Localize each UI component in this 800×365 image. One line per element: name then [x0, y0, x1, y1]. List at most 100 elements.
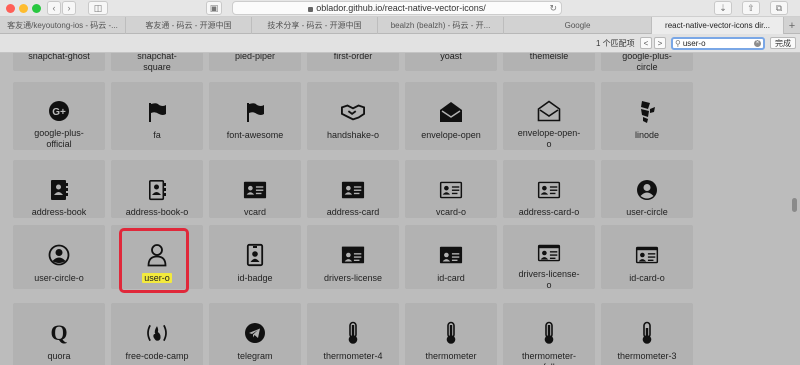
icon-label: thermometer-full: [521, 351, 576, 365]
icon-cell[interactable]: id-card: [405, 225, 497, 289]
icon-label: snapchat-ghost: [28, 53, 90, 61]
find-input[interactable]: ⚲ user-o ×: [671, 37, 765, 50]
id-card-icon: [439, 243, 463, 267]
icon-cell[interactable]: envelope-open: [405, 82, 497, 150]
match-outline: [119, 228, 189, 293]
find-next-button[interactable]: >: [654, 37, 666, 49]
icon-cell[interactable]: id-badge: [209, 225, 301, 289]
icon-label: user-circle: [626, 207, 668, 217]
icon-cell[interactable]: envelope-open-o: [503, 82, 595, 150]
envelope-open-icon: [439, 100, 463, 124]
close-window-icon[interactable]: [6, 4, 15, 13]
icon-label: id-card-o: [629, 273, 665, 283]
icon-cell[interactable]: address-card: [307, 160, 399, 218]
download-icon[interactable]: ⇣: [714, 1, 732, 15]
icon-cell[interactable]: free-code-camp: [111, 303, 203, 365]
back-button[interactable]: ‹: [47, 1, 61, 15]
tab-active[interactable]: react-native-vector-icons dir...: [652, 17, 784, 34]
icon-cell[interactable]: fa: [111, 82, 203, 150]
google-plus-icon: G+: [47, 100, 71, 122]
zoom-window-icon[interactable]: [32, 4, 41, 13]
icon-cell[interactable]: handshake-o: [307, 82, 399, 150]
icon-cell[interactable]: address-card-o: [503, 160, 595, 218]
icon-label: google-plus-circle: [622, 53, 672, 72]
icon-cell[interactable]: thermometer: [405, 303, 497, 365]
address-card-icon: [341, 178, 365, 201]
address-book-icon: [47, 178, 71, 201]
match-count: 1 个匹配项: [596, 39, 635, 48]
sidebar-toggle-icon[interactable]: ◫: [88, 1, 108, 15]
icon-label: first-order: [333, 53, 373, 61]
icon-label: envelope-open: [421, 130, 481, 140]
find-done-button[interactable]: 完成: [770, 37, 796, 49]
icon-cell[interactable]: drivers-license: [307, 225, 399, 289]
icon-label: id-card: [437, 273, 465, 283]
forward-button[interactable]: ›: [62, 1, 76, 15]
icon-cell[interactable]: G+ google-plus-official: [13, 82, 105, 150]
reload-icon[interactable]: ↻: [549, 3, 557, 14]
address-bar[interactable]: oblador.github.io/react-native-vector-ic…: [232, 1, 562, 15]
id-badge-icon: [243, 243, 267, 267]
icon-cell[interactable]: linode: [601, 82, 693, 150]
icon-label: envelope-open-o: [517, 128, 581, 149]
flag-icon: [145, 100, 169, 124]
icon-cell[interactable]: font-awesome: [209, 82, 301, 150]
icon-cell[interactable]: thermometer-4: [307, 303, 399, 365]
icon-cell[interactable]: vcard: [209, 160, 301, 218]
icon-cell[interactable]: id-card-o: [601, 225, 693, 289]
icon-label: handshake-o: [326, 130, 380, 140]
icon-cell[interactable]: drivers-license-o: [503, 225, 595, 290]
thermometer-icon: [635, 321, 659, 345]
icon-label: snapchat-square: [137, 53, 177, 72]
icon-label: thermometer: [425, 351, 477, 361]
icon-label: id-badge: [237, 273, 273, 283]
icon-label: thermometer-4: [323, 351, 383, 361]
icon-cell[interactable]: address-book: [13, 160, 105, 218]
user-circle-icon: [635, 178, 659, 201]
share-icon[interactable]: ⇧: [742, 1, 760, 15]
tab[interactable]: 客友通/keyoutong-ios - 码云 -...: [0, 17, 126, 34]
id-card-outline-icon: [635, 243, 659, 267]
icon-cell[interactable]: google-plus-circle: [601, 53, 693, 72]
icon-cell[interactable]: snapchat-ghost: [13, 53, 105, 71]
tab[interactable]: 客友通 - 码云 - 开源中国: [126, 17, 252, 34]
tab[interactable]: bealzh (bealzh) - 码云 - 开...: [378, 17, 504, 34]
icon-label: vcard: [243, 207, 266, 217]
icon-cell[interactable]: first-order: [307, 53, 399, 71]
icon-cell[interactable]: telegram: [209, 303, 301, 365]
lock-icon: [308, 6, 314, 12]
drivers-license-outline-icon: [537, 243, 561, 263]
new-tab-button[interactable]: +: [784, 17, 800, 34]
icon-label: thermometer-3: [617, 351, 677, 361]
icon-cell[interactable]: pied-piper: [209, 53, 301, 71]
icon-cell[interactable]: yoast: [405, 53, 497, 71]
find-previous-button[interactable]: <: [640, 37, 652, 49]
tab[interactable]: Google: [504, 17, 652, 34]
icon-label: font-awesome: [226, 130, 284, 140]
icon-cell[interactable]: user-circle: [601, 160, 693, 218]
icon-grid: snapchat-ghost snapchat-square pied-pipe…: [0, 53, 800, 365]
find-query: user-o: [682, 39, 706, 48]
icon-cell[interactable]: vcard-o: [405, 160, 497, 218]
linode-icon: [635, 100, 659, 124]
icon-label: telegram: [237, 351, 273, 361]
icon-cell[interactable]: snapchat-square: [111, 53, 203, 72]
icon-cell[interactable]: address-book-o: [111, 160, 203, 218]
tab[interactable]: 技术分享 - 码云 - 开源中国: [252, 17, 378, 34]
scrollbar[interactable]: [792, 198, 797, 212]
icon-label: drivers-license-o: [518, 269, 580, 290]
clear-icon[interactable]: ×: [754, 40, 761, 47]
tab-bar: 客友通/keyoutong-ios - 码云 -... 客友通 - 码云 - 开…: [0, 17, 800, 34]
url-text: oblador.github.io/react-native-vector-ic…: [316, 3, 486, 13]
find-bar: 1 个匹配项 < > ⚲ user-o × 完成: [0, 34, 800, 53]
tabs-overview-icon[interactable]: ⧉: [770, 1, 788, 15]
icon-cell[interactable]: user-circle-o: [13, 225, 105, 289]
icon-cell[interactable]: thermometer-3: [601, 303, 693, 365]
minimize-window-icon[interactable]: [19, 4, 28, 13]
icon-cell[interactable]: thermometer-full: [503, 303, 595, 365]
icon-label: quora: [47, 351, 71, 361]
reader-icon[interactable]: ▣: [206, 1, 222, 15]
icon-label: address-card: [326, 207, 380, 217]
icon-cell[interactable]: themeisle: [503, 53, 595, 71]
icon-cell[interactable]: Q quora: [13, 303, 105, 365]
